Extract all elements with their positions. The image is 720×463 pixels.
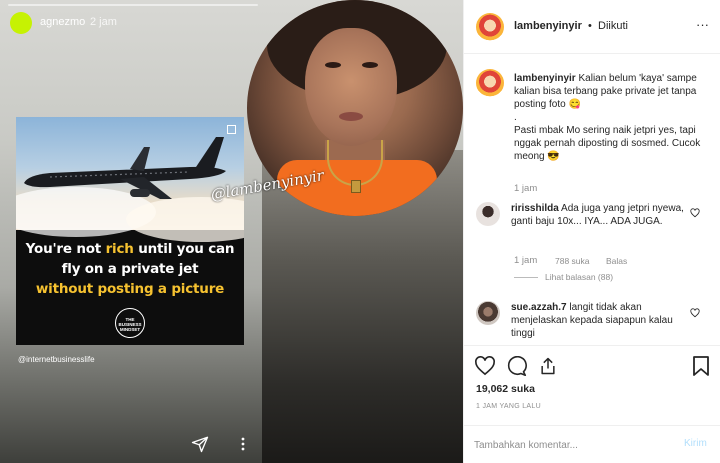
author-username[interactable]: lambenyinyir: [514, 20, 582, 32]
commenter-username[interactable]: sue.azzah.7: [511, 302, 567, 313]
post-header: lambenyinyir • Diikuti ···: [464, 0, 720, 54]
commenter-avatar[interactable]: [476, 202, 500, 226]
checkbox-icon: [227, 125, 236, 134]
caption-avatar[interactable]: [476, 69, 504, 97]
commenter-username[interactable]: ririsshilda: [511, 203, 559, 214]
comment-time: 1 jam: [514, 255, 538, 266]
replies-divider: [514, 277, 538, 278]
comment-likes[interactable]: 788 suka: [555, 256, 590, 266]
share-icon[interactable]: [538, 356, 558, 376]
post-actions: 19,062 suka 1 JAM YANG LALU Kirim: [464, 345, 720, 463]
comment-like-icon[interactable]: [690, 208, 700, 218]
posted-time: 1 JAM YANG LALU: [476, 403, 541, 410]
more-vertical-icon[interactable]: [240, 437, 246, 451]
story-media: agnezmo 2 jam You're not rich until you …: [0, 0, 463, 463]
caption-username[interactable]: lambenyinyir: [514, 73, 576, 84]
sky-image: [16, 117, 244, 242]
reposted-quote-card: You're not rich until you can fly on a p…: [16, 117, 244, 345]
bookmark-icon[interactable]: [693, 356, 709, 376]
caption-text: lambenyinyir Kalian belum 'kaya' sampe k…: [514, 73, 701, 162]
post-comment-button[interactable]: Kirim: [684, 438, 707, 449]
private-jet-image: [24, 137, 226, 199]
send-icon[interactable]: [191, 435, 209, 453]
comment-input[interactable]: [474, 437, 664, 453]
story-avatar[interactable]: [10, 12, 32, 34]
story-username[interactable]: agnezmo: [40, 16, 85, 28]
follow-status[interactable]: Diikuti: [598, 20, 628, 32]
like-heart-icon[interactable]: [474, 356, 496, 376]
reply-button[interactable]: Balas: [606, 256, 627, 266]
card-credit: @internetbusinesslife: [18, 355, 95, 364]
commenter-avatar[interactable]: [476, 301, 500, 325]
comment-bubble-icon[interactable]: [506, 356, 527, 377]
like-count[interactable]: 19,062 suka: [476, 383, 535, 395]
story-time: 2 jam: [90, 16, 117, 28]
post-panel: lambenyinyir • Diikuti ··· lambenyinyir …: [463, 0, 720, 463]
more-options-icon[interactable]: ···: [696, 17, 709, 32]
comment-like-icon[interactable]: [690, 308, 700, 318]
card-headline: You're not rich until you can fly on a p…: [25, 241, 235, 297]
comment-text: sue.azzah.7 langit tidak akan menjelaska…: [511, 302, 673, 339]
caption-time: 1 jam: [514, 183, 538, 194]
comment-form: Kirim: [464, 425, 720, 463]
business-mindset-logo: THE BUSINESS MINDSET: [115, 308, 145, 338]
story-progress-bar: [8, 4, 258, 6]
view-replies-link[interactable]: Lihat balasan (88): [545, 272, 613, 282]
author-avatar[interactable]: [476, 13, 504, 41]
comment-text: ririsshilda Ada juga yang jetpri nyewa, …: [511, 203, 684, 227]
header-separator: •: [588, 20, 592, 32]
